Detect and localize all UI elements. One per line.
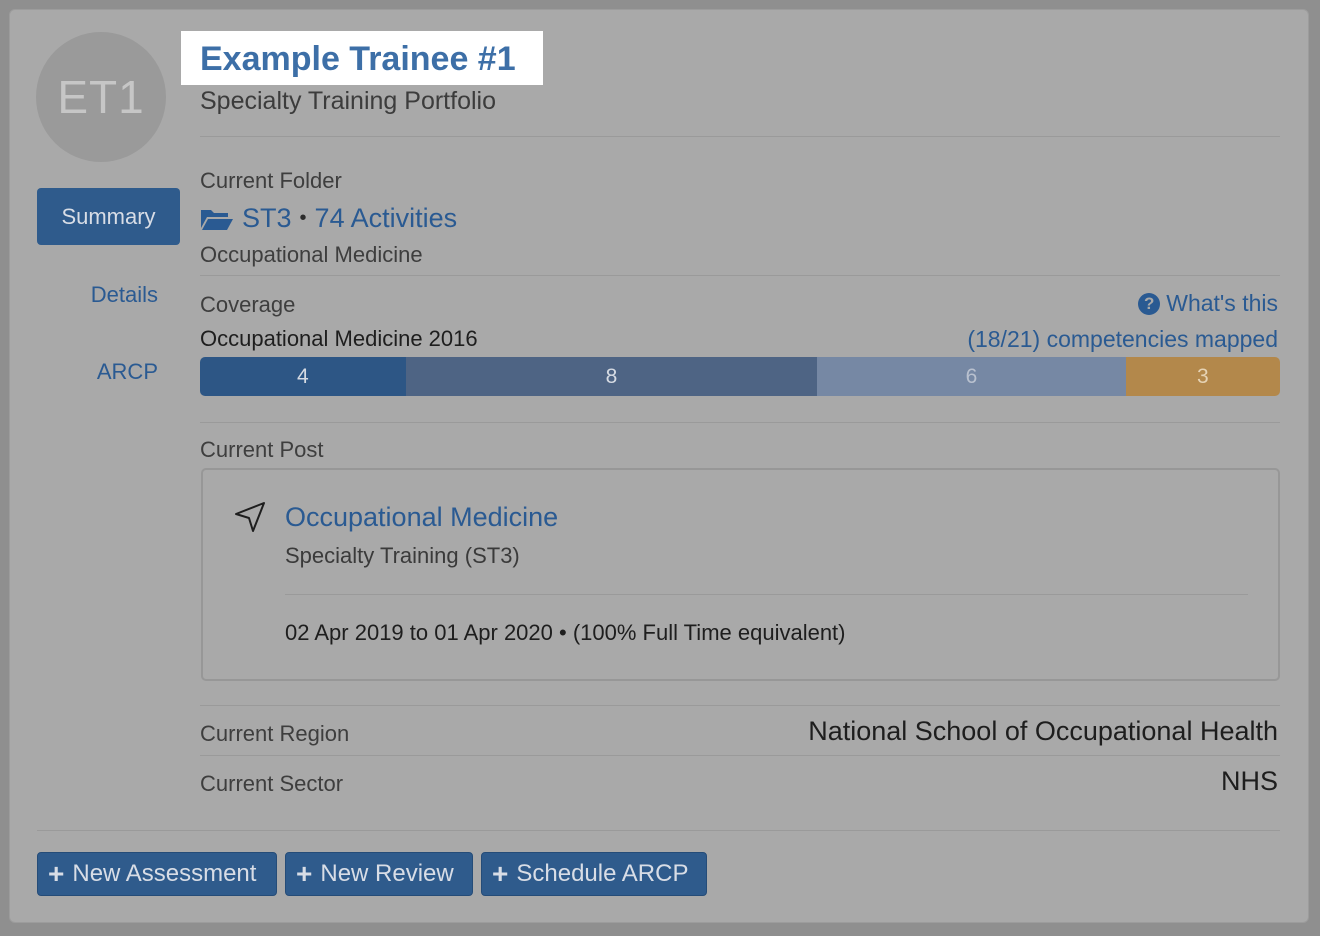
coverage-progress-bar: 4 8 6 3 <box>200 357 1280 396</box>
divider <box>37 830 1280 831</box>
divider <box>285 594 1248 595</box>
new-assessment-button[interactable]: + New Assessment <box>37 852 277 896</box>
folder-stage-link[interactable]: ST3 <box>242 203 292 234</box>
avatar: ET1 <box>36 32 166 162</box>
post-subtitle: Specialty Training (ST3) <box>285 543 520 568</box>
coverage-segment[interactable]: 8 <box>405 357 818 396</box>
coverage-segment[interactable]: 3 <box>1125 357 1280 396</box>
schedule-arcp-label: Schedule ARCP <box>516 860 689 887</box>
divider <box>200 136 1280 137</box>
divider <box>200 705 1280 706</box>
divider <box>200 755 1280 756</box>
nav-arcp[interactable]: ARCP <box>97 359 158 385</box>
whats-this-label: What's this <box>1166 290 1278 316</box>
trainee-summary-card: ET1 Summary Details ARCP Example Trainee… <box>9 9 1309 923</box>
nav-details[interactable]: Details <box>91 282 158 308</box>
current-region-value: National School of Occupational Health <box>808 716 1278 746</box>
schedule-arcp-button[interactable]: + Schedule ARCP <box>481 852 707 896</box>
portfolio-subtitle: Specialty Training Portfolio <box>200 87 496 115</box>
current-post-panel: Occupational Medicine Specialty Training… <box>201 468 1280 681</box>
current-sector-value: NHS <box>1220 766 1278 796</box>
location-arrow-icon <box>235 502 265 532</box>
current-folder-label: Current Folder <box>200 168 342 193</box>
nav-summary[interactable]: Summary <box>37 188 180 245</box>
new-review-label: New Review <box>320 860 454 887</box>
current-post-label: Current Post <box>200 437 324 462</box>
plus-icon: + <box>492 858 509 889</box>
coverage-segment[interactable]: 6 <box>817 357 1126 396</box>
folder-separator: • <box>299 207 307 229</box>
folder-activities-link[interactable]: 74 Activities <box>315 203 458 234</box>
trainee-name[interactable]: Example Trainee #1 <box>200 40 516 79</box>
current-folder-line: ST3 • 74 Activities <box>200 203 457 234</box>
divider <box>200 422 1280 423</box>
divider <box>200 275 1280 276</box>
folder-specialty: Occupational Medicine <box>200 242 423 267</box>
plus-icon: + <box>48 858 65 889</box>
post-dates: 02 Apr 2019 to 01 Apr 2020 • (100% Full … <box>285 620 846 645</box>
question-circle-icon: ? <box>1138 292 1161 315</box>
competencies-mapped-link[interactable]: (18/21) competencies mapped <box>967 326 1278 353</box>
new-review-button[interactable]: + New Review <box>285 852 473 896</box>
curriculum-name: Occupational Medicine 2016 <box>200 326 478 351</box>
coverage-segment[interactable]: 4 <box>200 357 406 396</box>
folder-open-icon <box>201 209 233 230</box>
current-sector-label: Current Sector <box>200 771 344 796</box>
whats-this-link[interactable]: ? What's this <box>1138 290 1278 317</box>
new-assessment-label: New Assessment <box>72 860 257 887</box>
plus-icon: + <box>296 858 313 889</box>
coverage-label: Coverage <box>200 292 296 317</box>
current-region-label: Current Region <box>200 721 350 746</box>
avatar-initials: ET1 <box>57 71 145 123</box>
post-title-link[interactable]: Occupational Medicine <box>285 502 558 533</box>
